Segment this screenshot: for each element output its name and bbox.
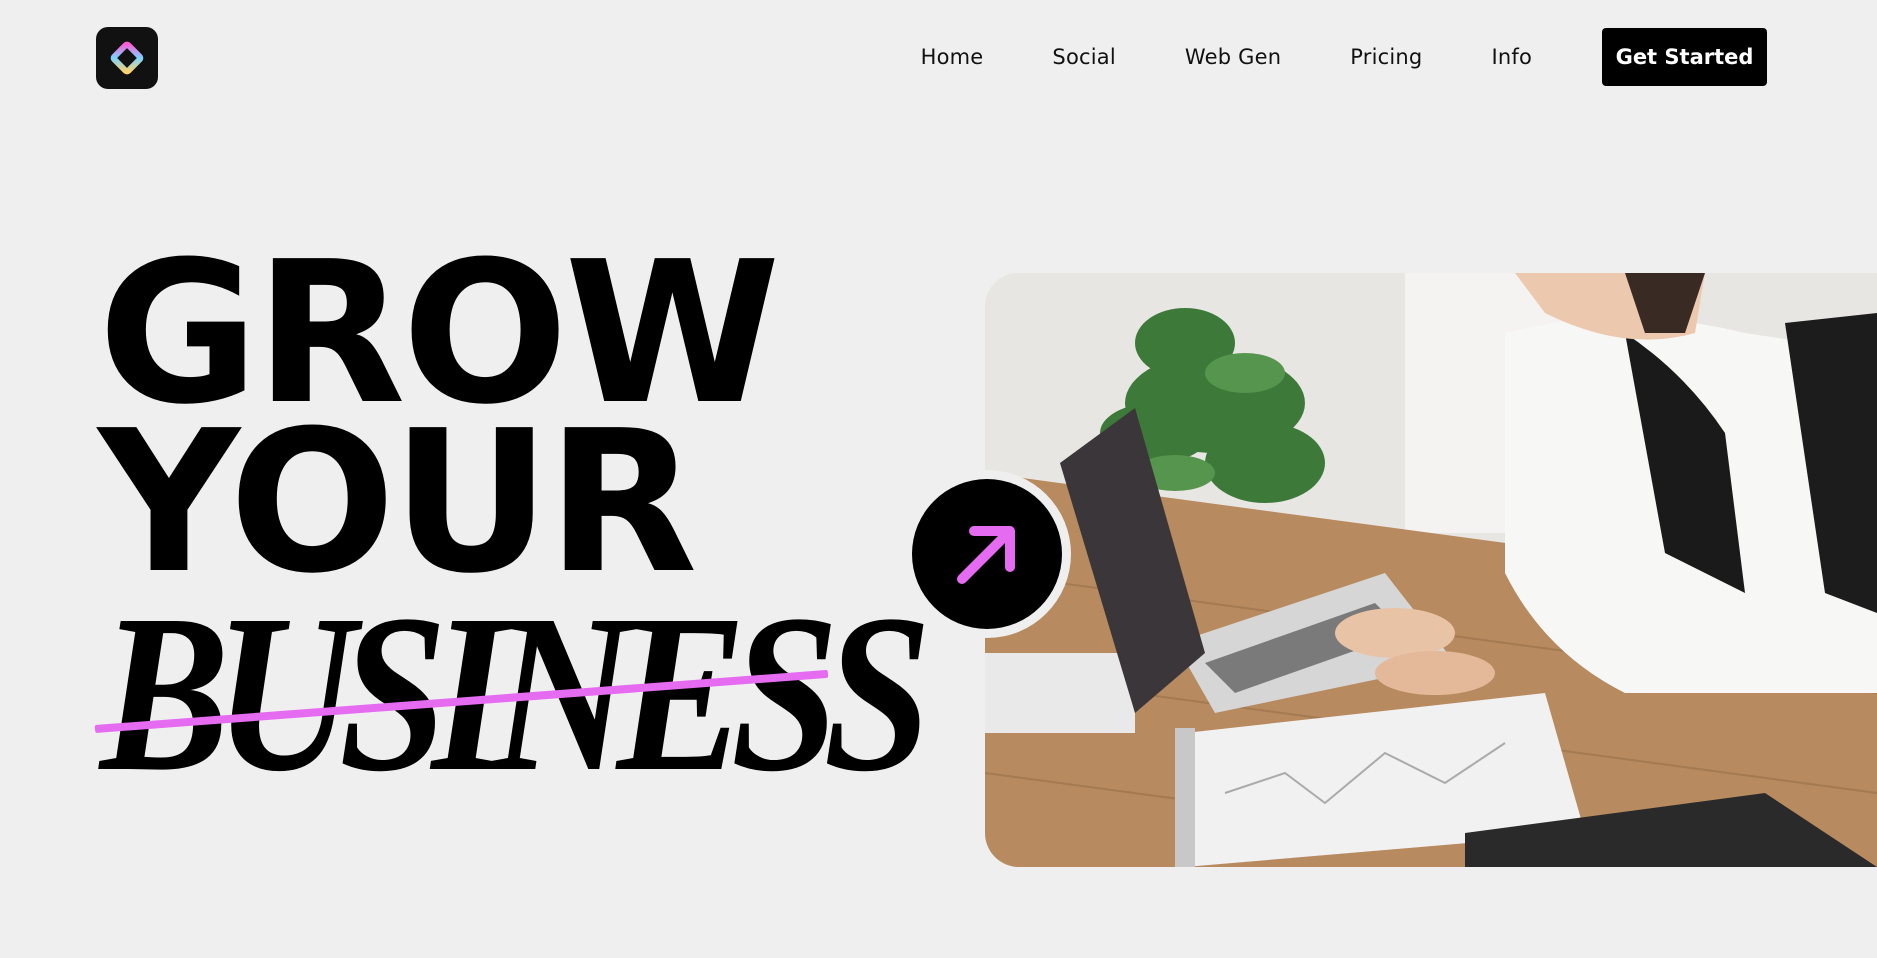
arrow-circle-frame — [903, 470, 1071, 638]
arrow-up-right-icon — [957, 526, 1015, 584]
nav-social[interactable]: Social — [1052, 45, 1115, 69]
nav-home[interactable]: Home — [921, 45, 984, 69]
diamond-logo-icon — [110, 41, 144, 75]
nav-web-gen[interactable]: Web Gen — [1185, 45, 1281, 69]
nav-pricing[interactable]: Pricing — [1350, 45, 1422, 69]
get-started-button[interactable]: Get Started — [1602, 28, 1767, 86]
main-nav: Home Social Web Gen Pricing Info Get Sta… — [921, 28, 1767, 86]
brand-logo[interactable] — [96, 27, 158, 89]
hero-image — [985, 273, 1877, 867]
arrow-button[interactable] — [912, 479, 1062, 629]
nav-info[interactable]: Info — [1491, 45, 1532, 69]
